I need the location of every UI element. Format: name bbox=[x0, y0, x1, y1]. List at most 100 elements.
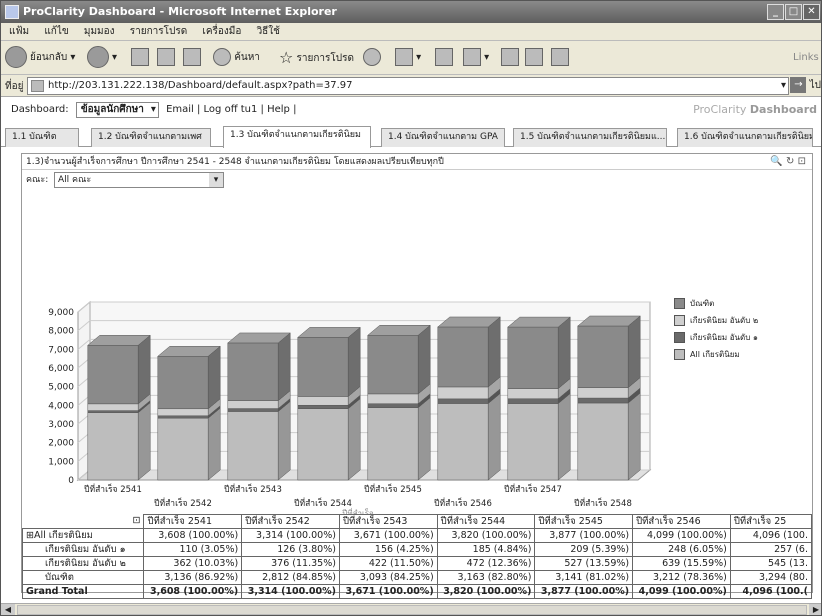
bar-segment-front[interactable] bbox=[507, 326, 559, 389]
x-tick-label: ปีที่สำเร็จ 2544 bbox=[294, 497, 352, 509]
bar-segment-side bbox=[557, 393, 571, 481]
address-dropdown-icon[interactable]: ▾ bbox=[781, 78, 786, 94]
bar-segment-front[interactable] bbox=[297, 404, 349, 409]
menu-view[interactable]: มุมมอง bbox=[84, 23, 115, 41]
stop-button[interactable] bbox=[131, 46, 149, 70]
pivot-col-header[interactable]: ปีที่สำเร็จ 2545 bbox=[534, 514, 634, 529]
bar-segment-front[interactable] bbox=[507, 403, 559, 481]
bar-segment-front[interactable] bbox=[577, 402, 629, 481]
bar-segment-front[interactable] bbox=[507, 398, 559, 404]
legend-swatch bbox=[674, 332, 685, 343]
tool-button[interactable] bbox=[551, 46, 569, 70]
menu-file[interactable]: แฟ้ม bbox=[9, 23, 29, 41]
pivot-col-header[interactable]: ปีที่สำเร็จ 2543 bbox=[338, 514, 438, 529]
favorites-button[interactable]: ☆ รายการโปรด bbox=[279, 46, 354, 70]
scroll-left-icon[interactable]: ◀ bbox=[1, 604, 15, 615]
tab-1-3[interactable]: 1.3 บัณฑิตจำแนกตามเกียรตินิยม bbox=[223, 126, 371, 148]
horizontal-scrollbar[interactable]: ◀ ▶ bbox=[1, 604, 821, 615]
bar-segment-front[interactable] bbox=[577, 397, 629, 404]
pivot-cell: 3,294 (80. bbox=[729, 570, 813, 585]
bar-segment-front[interactable] bbox=[227, 342, 279, 401]
menu-tools[interactable]: เครื่องมือ bbox=[202, 23, 241, 41]
bar-segment-front[interactable] bbox=[87, 412, 139, 481]
menu-favorites[interactable]: รายการโปรด bbox=[130, 23, 187, 41]
tab-1-6[interactable]: 1.6 บัณฑิตจำแนกตามเกียรตินิยม bbox=[677, 128, 813, 147]
pivot-col-header[interactable]: ปีที่สำเร็จ 2542 bbox=[241, 514, 340, 529]
bar-segment-front[interactable] bbox=[157, 408, 209, 417]
bar-segment-front[interactable] bbox=[507, 388, 559, 399]
pivot-row-label[interactable]: ⊞All เกียรตินิยม bbox=[21, 528, 145, 543]
bar-segment-front[interactable] bbox=[367, 393, 419, 404]
faculty-select[interactable]: All คณะ bbox=[54, 172, 224, 188]
tab-1-1[interactable]: 1.1 บัณฑิต bbox=[5, 128, 79, 147]
pivot-col-header[interactable]: ปีที่สำเร็จ 25 bbox=[729, 514, 813, 529]
scroll-thumb[interactable] bbox=[17, 605, 807, 615]
pivot-corner[interactable]: ⊡ bbox=[22, 514, 145, 529]
bar-segment-front[interactable] bbox=[157, 356, 209, 410]
pivot-cell: 422 (11.50%) bbox=[338, 556, 438, 571]
bar-segment-front[interactable] bbox=[297, 337, 349, 397]
legend-item-graduates[interactable]: บัณฑิต bbox=[674, 298, 758, 315]
pivot-col-header[interactable]: ปีที่สำเร็จ 2544 bbox=[436, 514, 536, 529]
close-button[interactable]: ✕ bbox=[803, 4, 820, 20]
bar-segment-front[interactable] bbox=[437, 386, 489, 400]
search-button[interactable]: ค้นหา bbox=[213, 46, 260, 70]
dashboard-links[interactable]: Email | Log off tu1 | Help | bbox=[166, 104, 296, 115]
bar-segment-front[interactable] bbox=[227, 411, 279, 481]
bar-segment-front[interactable] bbox=[367, 407, 419, 481]
pivot-row-label[interactable]: Grand Total bbox=[21, 584, 145, 599]
bar-segment-front[interactable] bbox=[227, 400, 279, 409]
pivot-row-label[interactable]: เกียรตินิยม อันดับ ๑ bbox=[21, 542, 145, 557]
tool-icon bbox=[551, 48, 569, 66]
legend-item-honors-1[interactable]: เกียรตินิยม อันดับ ๑ bbox=[674, 332, 758, 349]
legend-item-all-honors[interactable]: All เกียรตินิยม bbox=[674, 349, 758, 366]
tab-1-4[interactable]: 1.4 บัณฑิตจำแนกตาม GPA bbox=[381, 128, 505, 147]
bar-segment-front[interactable] bbox=[437, 403, 489, 481]
bar-segment-front[interactable] bbox=[87, 410, 139, 413]
bar-segment-front[interactable] bbox=[367, 403, 419, 408]
tab-1-2[interactable]: 1.2 บัณฑิตจำแนกตามเพศ bbox=[91, 128, 211, 147]
scroll-right-icon[interactable]: ▶ bbox=[809, 604, 821, 615]
back-button[interactable]: ย้อนกลับ ▾ bbox=[5, 46, 75, 70]
bar-segment-front[interactable] bbox=[87, 345, 139, 405]
minimize-button[interactable]: _ bbox=[767, 4, 784, 20]
links-label[interactable]: Links bbox=[793, 46, 819, 70]
bar-segment-front[interactable] bbox=[437, 326, 489, 388]
maximize-button[interactable]: □ bbox=[785, 4, 802, 20]
bar-segment-front[interactable] bbox=[437, 398, 489, 404]
go-button[interactable]: → ไป bbox=[790, 77, 821, 95]
pivot-cell: 4,096 (100.( bbox=[729, 584, 813, 599]
bar-segment-front[interactable] bbox=[297, 408, 349, 481]
tab-1-5[interactable]: 1.5 บัณฑิตจำแนกตามเกียรตินิยมแ... bbox=[513, 128, 667, 147]
mail-button[interactable]: ▾ bbox=[395, 46, 421, 70]
pivot-row-label[interactable]: เกียรตินิยม อันดับ ๒ bbox=[21, 556, 145, 571]
status-bar: ◀ ▶ bbox=[1, 603, 821, 615]
bar-segment-front[interactable] bbox=[297, 396, 349, 406]
bar-segment-front[interactable] bbox=[227, 408, 279, 412]
history-button[interactable] bbox=[363, 46, 381, 70]
menu-help[interactable]: วิธีใช้ bbox=[257, 23, 280, 41]
forward-button[interactable]: ▾ bbox=[87, 46, 117, 70]
pivot-row-label[interactable]: บัณฑิต bbox=[21, 570, 145, 585]
refresh-button[interactable] bbox=[157, 46, 175, 70]
print-button[interactable] bbox=[435, 46, 453, 70]
bar-segment-front[interactable] bbox=[157, 415, 209, 419]
bar-segment-side bbox=[557, 316, 571, 390]
panel-tool-icons[interactable]: 🔍 ↻ ⊡ bbox=[770, 154, 806, 170]
k-button[interactable] bbox=[525, 46, 543, 70]
legend-item-honors-2[interactable]: เกียรตินิยม อันดับ ๒ bbox=[674, 315, 758, 332]
address-input[interactable]: http://203.131.222.138/Dashboard/default… bbox=[27, 77, 789, 95]
y-tick-label: 0 bbox=[68, 476, 74, 486]
bar-segment-front[interactable] bbox=[87, 403, 139, 411]
bar-segment-front[interactable] bbox=[367, 335, 419, 395]
bar-segment-front[interactable] bbox=[577, 387, 629, 399]
pivot-col-header[interactable]: ปีที่สำเร็จ 2546 bbox=[632, 514, 731, 529]
menu-edit[interactable]: แก้ไข bbox=[44, 23, 68, 41]
pivot-col-header[interactable]: ปีที่สำเร็จ 2541 bbox=[143, 514, 243, 529]
dashboard-select[interactable]: ข้อมูลนักศึกษา bbox=[75, 102, 159, 118]
discuss-button[interactable] bbox=[501, 46, 519, 70]
bar-segment-front[interactable] bbox=[157, 417, 209, 481]
home-button[interactable] bbox=[183, 46, 201, 70]
bar-segment-front[interactable] bbox=[577, 325, 629, 388]
edit-button[interactable]: ▾ bbox=[463, 46, 489, 70]
